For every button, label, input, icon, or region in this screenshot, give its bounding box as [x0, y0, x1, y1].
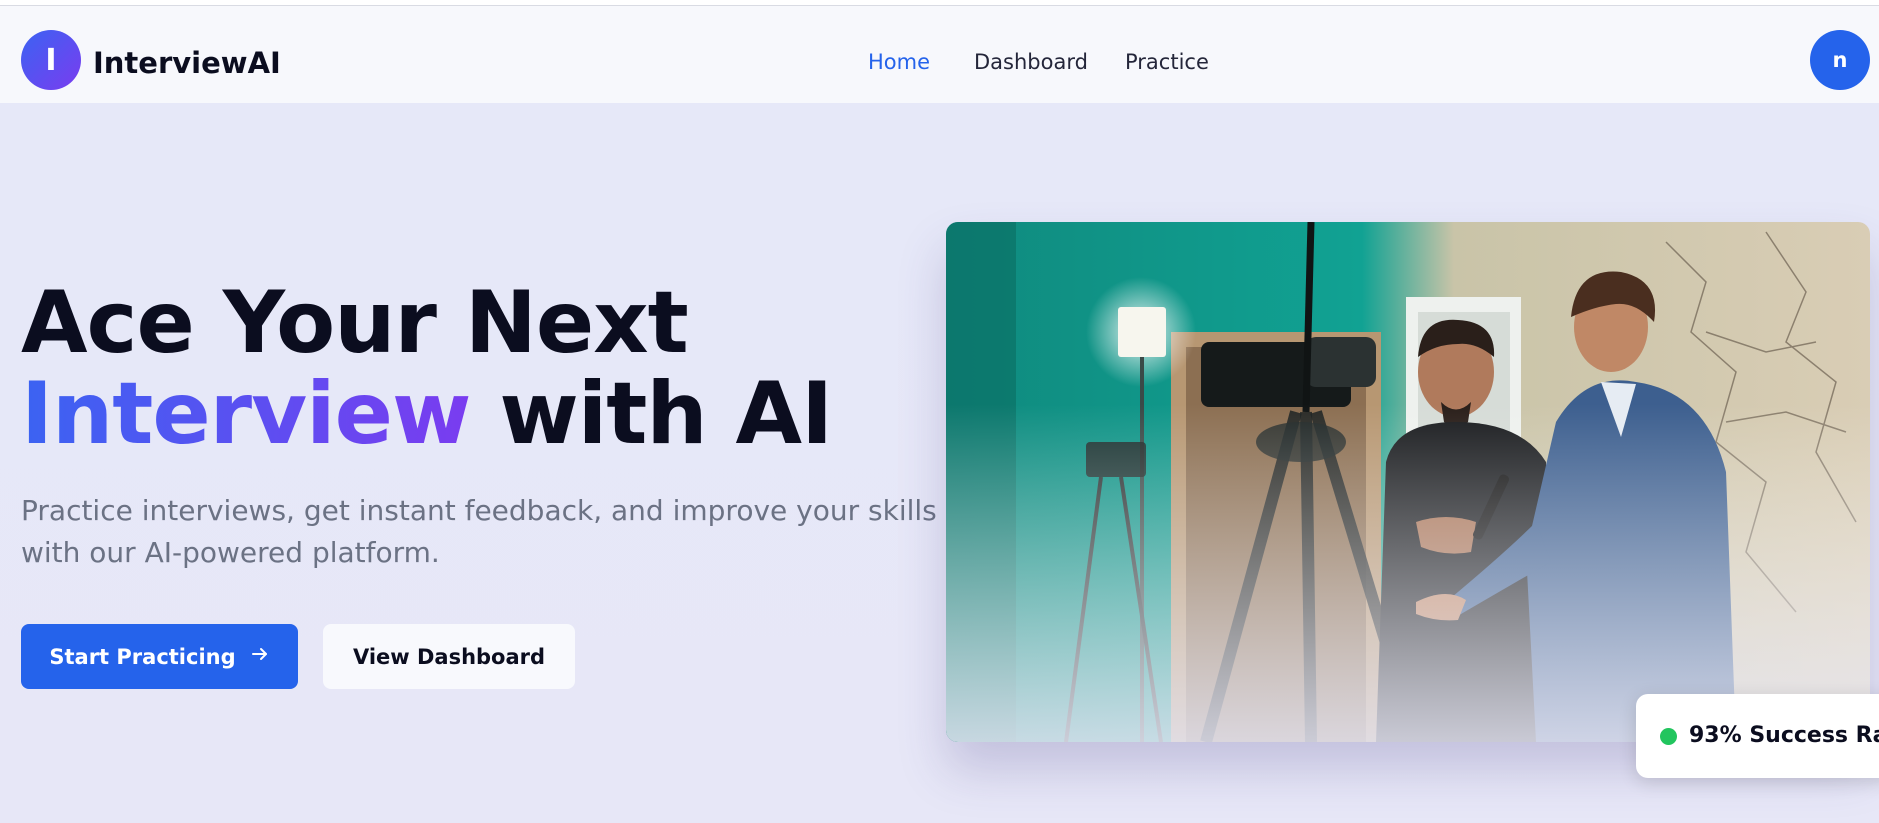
view-dashboard-label: View Dashboard	[352, 644, 546, 669]
logo-icon[interactable]: I	[21, 30, 81, 90]
view-dashboard-button[interactable]: View Dashboard	[323, 624, 575, 689]
headline-line-2-rest: with AI	[499, 364, 833, 464]
nav-link-practice[interactable]: Practice	[1125, 50, 1209, 74]
headline-accent-word: Interview	[21, 364, 471, 464]
start-practicing-label: Start Practicing	[49, 644, 236, 669]
success-rate-text: 93% Success Rate	[1689, 723, 1879, 748]
arrow-right-icon	[250, 644, 270, 669]
brand-name[interactable]: InterviewAI	[93, 46, 281, 80]
status-dot-icon	[1660, 728, 1677, 745]
navbar: I InterviewAI Home Dashboard Practice n	[0, 6, 1879, 103]
nav-link-dashboard[interactable]: Dashboard	[974, 50, 1088, 74]
headline-line-1: Ace Your Next	[21, 273, 689, 373]
interview-photo	[946, 222, 1870, 742]
hero-subtitle: Practice interviews, get instant feedbac…	[21, 494, 937, 569]
success-rate-badge: 93% Success Rate	[1636, 694, 1879, 778]
hero-headline: Ace Your Next Interview with AI	[21, 278, 833, 460]
start-practicing-button[interactable]: Start Practicing	[21, 624, 298, 689]
nav-link-home[interactable]: Home	[868, 50, 930, 74]
user-avatar[interactable]: n	[1810, 30, 1870, 90]
